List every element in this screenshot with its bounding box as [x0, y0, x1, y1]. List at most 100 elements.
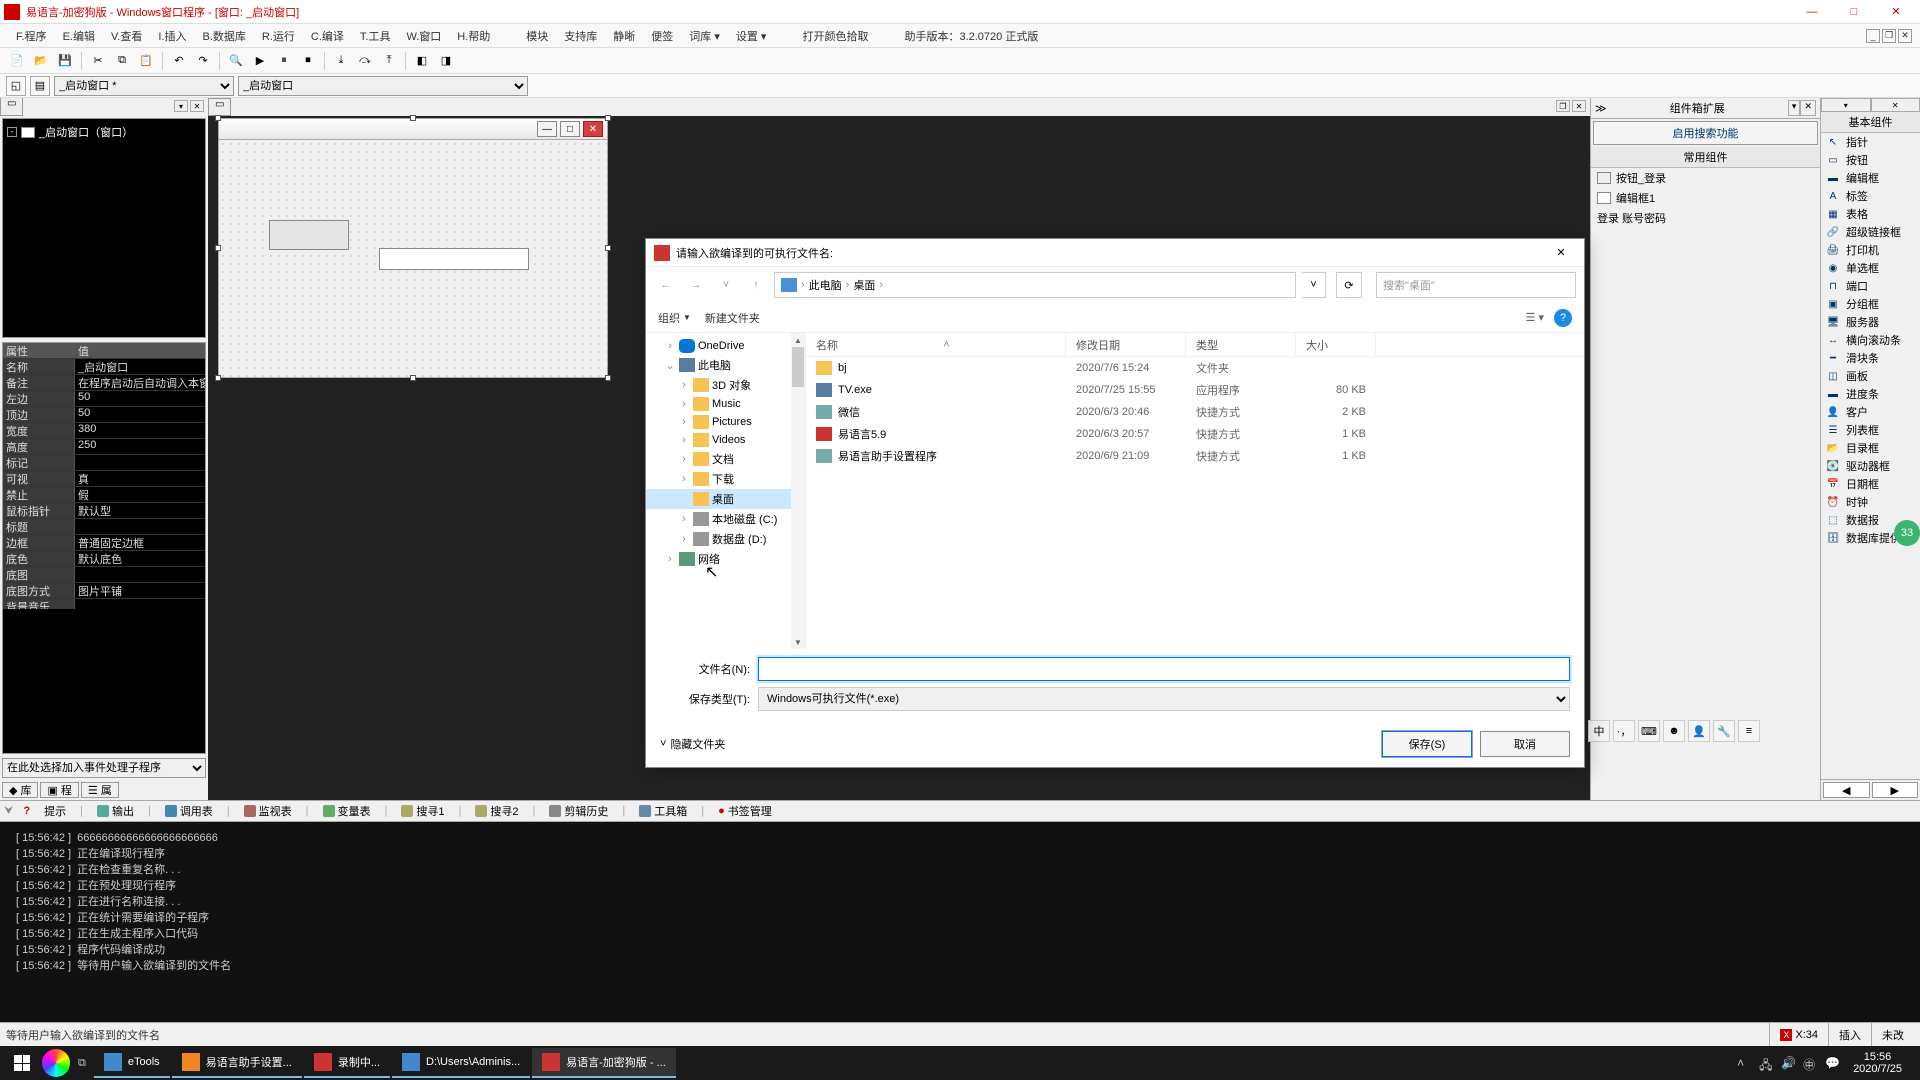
folder-tree-item[interactable]: 桌面 [646, 489, 805, 509]
prop-row[interactable]: 可视真 [3, 471, 205, 487]
tb-open-icon[interactable]: 📂 [30, 50, 52, 72]
ime-punct-icon[interactable]: ·， [1613, 720, 1635, 742]
mdi-minimize-icon[interactable]: _ [1866, 29, 1880, 43]
palette-close-icon[interactable]: ✕ [1871, 98, 1920, 112]
col-type[interactable]: 类型 [1186, 333, 1296, 356]
menu-note[interactable]: 便签 [643, 28, 681, 44]
palette-item[interactable]: 🔗超级链接框 [1821, 223, 1920, 241]
palette-item[interactable]: ▦表格 [1821, 205, 1920, 223]
tb-step-icon[interactable]: ⤓ [330, 50, 352, 72]
center-close-icon[interactable]: ✕ [1572, 100, 1586, 112]
component-tree[interactable]: - _启动窗口（窗口） [2, 118, 206, 338]
palette-item[interactable]: ↔横向滚动条 [1821, 331, 1920, 349]
file-row[interactable]: TV.exe2020/7/25 15:55应用程序80 KB [806, 379, 1584, 401]
save-button[interactable]: 保存(S) [1382, 731, 1472, 757]
tree-scrollbar[interactable]: ▲▼ [791, 333, 805, 649]
file-row[interactable]: 易语言助手设置程序2020/6/9 21:09快捷方式1 KB [806, 445, 1584, 467]
prop-row[interactable]: 宽度380 [3, 423, 205, 439]
ime-tool-icon[interactable]: 🔧 [1713, 720, 1735, 742]
taskbar-item[interactable]: D:\Users\Adminis... [392, 1048, 530, 1078]
tb-misc1-icon[interactable]: ◧ [411, 50, 433, 72]
palette-item[interactable]: ◉单选框 [1821, 259, 1920, 277]
tree-expand-icon[interactable]: › [678, 434, 690, 446]
resize-handle-n[interactable] [410, 115, 416, 121]
hide-folders-toggle[interactable]: ˅ 隐藏文件夹 [660, 736, 725, 752]
bc-desktop[interactable]: 桌面 [853, 277, 875, 293]
filename-input[interactable] [759, 658, 1569, 680]
center-restore-icon[interactable]: ❐ [1556, 100, 1570, 112]
combo-btn1[interactable]: ◱ [6, 76, 26, 96]
palette-item[interactable]: ⊓端口 [1821, 277, 1920, 295]
tab-vars[interactable]: 变量表 [319, 803, 375, 819]
palette-item[interactable]: ▬进度条 [1821, 385, 1920, 403]
resize-handle-se[interactable] [605, 375, 611, 381]
tray-ime-icon[interactable]: ㊥ [1803, 1056, 1817, 1070]
tray-notif-icon[interactable]: 💬 [1825, 1056, 1839, 1070]
tb-find-icon[interactable]: 🔍 [225, 50, 247, 72]
palette-item[interactable]: ↖指针 [1821, 133, 1920, 151]
menu-settings[interactable]: 设置 ▾ [728, 28, 775, 44]
design-min-icon[interactable]: — [537, 121, 557, 137]
prop-row[interactable]: 底图 [3, 567, 205, 583]
menu-static[interactable]: 静晰 [605, 28, 643, 44]
prop-row[interactable]: 备注在程序启动后自动调入本窗 [3, 375, 205, 391]
tree-expand-icon[interactable]: › [678, 379, 690, 391]
notification-badge[interactable]: 33 [1894, 520, 1920, 546]
rp-item-login[interactable]: 按钮_登录 [1591, 168, 1820, 188]
property-grid[interactable]: 属性值 名称_启动窗口备注在程序启动后自动调入本窗左边50顶边50宽度380高度… [2, 342, 206, 754]
menu-run[interactable]: R.运行 [254, 28, 303, 44]
resize-handle-e[interactable] [605, 245, 611, 251]
tb-new-icon[interactable]: 📄 [6, 50, 28, 72]
tab-search2[interactable]: 搜寻2 [471, 803, 522, 819]
palette-item[interactable]: ☰列表框 [1821, 421, 1920, 439]
prop-row[interactable]: 底色默认底色 [3, 551, 205, 567]
newfolder-button[interactable]: 新建文件夹 [705, 310, 760, 326]
tb-pause-icon[interactable]: ⏸ [273, 50, 295, 72]
enable-search-button[interactable]: 启用搜索功能 [1593, 121, 1818, 145]
taskbar-item[interactable]: 录制中... [304, 1048, 390, 1078]
design-form-body[interactable] [218, 140, 608, 378]
bc-thispc[interactable]: 此电脑 [809, 277, 842, 293]
menu-database[interactable]: B.数据库 [194, 28, 253, 44]
menu-tools[interactable]: T.工具 [352, 28, 399, 44]
mdi-restore-icon[interactable]: ❐ [1882, 29, 1896, 43]
menu-module[interactable]: 模块 [518, 28, 556, 44]
canvas-tab[interactable]: ▭ [208, 98, 231, 116]
dialog-close-button[interactable]: ✕ [1546, 243, 1576, 263]
design-max-icon[interactable]: □ [560, 121, 580, 137]
col-size[interactable]: 大小 [1296, 333, 1376, 356]
palette-item[interactable]: ━滑块条 [1821, 349, 1920, 367]
prop-row[interactable]: 顶边50 [3, 407, 205, 423]
taskbar-item[interactable]: eTools [94, 1048, 170, 1078]
minimize-button[interactable]: — [1792, 2, 1832, 22]
dialog-search-input[interactable]: 搜索"桌面" [1376, 272, 1576, 298]
rp-close-icon[interactable]: ✕ [1800, 100, 1816, 116]
palette-item[interactable]: 📅日期框 [1821, 475, 1920, 493]
nav-dropdown-button[interactable]: ˅ [714, 273, 738, 297]
tb-stepover-icon[interactable]: ⤼ [354, 50, 376, 72]
tb-misc2-icon[interactable]: ◨ [435, 50, 457, 72]
tree-expand-icon[interactable]: › [678, 398, 690, 410]
folder-tree-item[interactable]: ⌄此电脑 [646, 355, 805, 375]
tab-search1[interactable]: 搜寻1 [397, 803, 448, 819]
tree-expand-icon[interactable]: › [678, 473, 690, 485]
folder-tree-item[interactable]: ›Music [646, 395, 805, 413]
tb-paste-icon[interactable]: 📋 [135, 50, 157, 72]
lib-tab-lib[interactable]: ◆ 库 [2, 782, 38, 798]
prop-row[interactable]: 名称_启动窗口 [3, 359, 205, 375]
nav-forward-button[interactable]: → [684, 273, 708, 297]
cortana-circle-icon[interactable] [42, 1049, 70, 1077]
output-console[interactable]: [ 15:56:42 ] 66666666666666666666666[ 15… [0, 822, 1920, 1022]
col-name[interactable]: 名称˄ [806, 333, 1066, 356]
palette-item[interactable]: 📂目录框 [1821, 439, 1920, 457]
tb-save-icon[interactable]: 💾 [54, 50, 76, 72]
palette-item[interactable]: 🖥服务器 [1821, 313, 1920, 331]
view-mode-button[interactable]: ☰ ▾ [1526, 311, 1544, 324]
ime-face-icon[interactable]: ☻ [1663, 720, 1685, 742]
resize-handle-nw[interactable] [215, 115, 221, 121]
mdi-close-icon[interactable]: ✕ [1898, 29, 1912, 43]
tray-up-icon[interactable]: ˄ [1737, 1056, 1751, 1070]
breadcrumb-drop[interactable]: ˅ [1302, 272, 1326, 298]
prop-row[interactable]: 底图方式图片平铺 [3, 583, 205, 599]
prop-row[interactable]: 背景音乐 [3, 599, 205, 609]
